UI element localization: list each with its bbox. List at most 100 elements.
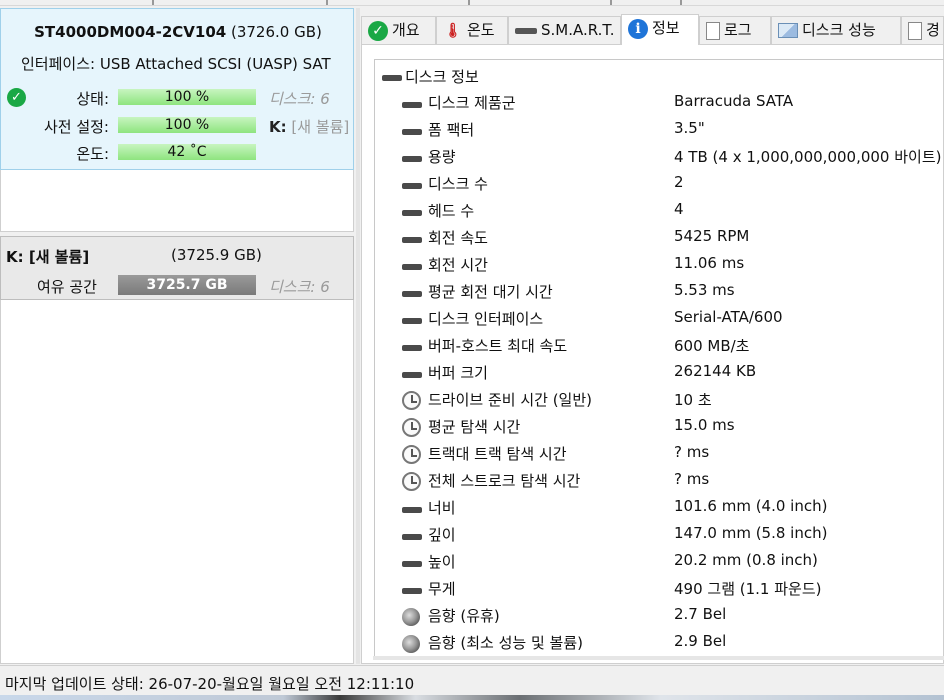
info-value: 2.9 Bel bbox=[674, 632, 727, 650]
disk-icon bbox=[402, 284, 422, 304]
info-value: 101.6 mm (4.0 inch) bbox=[674, 497, 828, 515]
info-key: 드라이브 준비 시간 (일반) bbox=[428, 391, 593, 409]
temperature-row: 온도: 42 ˚C bbox=[1, 142, 355, 163]
info-row[interactable]: 너비 101.6 mm (4.0 inch) bbox=[401, 497, 944, 524]
info-key: 평균 탐색 시간 bbox=[428, 418, 521, 436]
speaker-icon bbox=[402, 608, 420, 626]
info-row[interactable]: 음향 (최소 성능 및 볼륨) 2.9 Bel bbox=[401, 632, 944, 659]
info-value: 490 그램 (1.1 파운드) bbox=[674, 580, 822, 598]
info-row[interactable]: 회전 시간 11.06 ms bbox=[401, 254, 944, 281]
info-row[interactable]: 버퍼-호스트 최대 속도 600 MB/초 bbox=[401, 335, 944, 362]
info-value: 600 MB/초 bbox=[674, 337, 750, 355]
copy-icon bbox=[908, 21, 922, 40]
disk-title: ST4000DM004-2CV104 (3726.0 GB) bbox=[1, 23, 355, 41]
info-row[interactable]: 트랙대 트랙 탐색 시간 ? ms bbox=[401, 443, 944, 470]
disk-icon bbox=[402, 122, 422, 142]
disk-icon bbox=[402, 338, 422, 358]
volume-card[interactable]: K: [새 볼륨] (3725.9 GB) 여유 공간 3725.7 GB 디스… bbox=[0, 236, 354, 300]
disk-model: ST4000DM004-2CV104 bbox=[34, 23, 227, 41]
tab-alerts[interactable]: 경 bbox=[901, 16, 944, 44]
info-key: 무게 bbox=[428, 580, 456, 598]
clock-icon bbox=[402, 472, 421, 491]
info-row[interactable]: 헤드 수 4 bbox=[401, 200, 944, 227]
info-value: 4 bbox=[674, 200, 684, 218]
tab-info[interactable]: i 정보 bbox=[621, 14, 699, 45]
info-key: 버퍼-호스트 최대 속도 bbox=[428, 337, 568, 355]
desktop-wallpaper-strip bbox=[0, 695, 944, 700]
tab-disk-performance[interactable]: 디스크 성능 bbox=[771, 16, 901, 44]
tab-temperature[interactable]: 🌡 온도 bbox=[436, 16, 508, 44]
horizontal-scrollbar[interactable] bbox=[373, 656, 944, 660]
info-value: 147.0 mm (5.8 inch) bbox=[674, 524, 828, 542]
tab-label: 개요 bbox=[392, 21, 420, 39]
volume-size: (3725.9 GB) bbox=[171, 246, 262, 264]
info-key: 디스크 제품군 bbox=[428, 94, 516, 112]
info-key: 음향 (최소 성능 및 볼륨) bbox=[428, 634, 583, 652]
disk-icon bbox=[402, 95, 422, 115]
info-row[interactable]: 평균 회전 대기 시간 5.53 ms bbox=[401, 281, 944, 308]
info-icon: i bbox=[628, 18, 648, 39]
disk-capacity: (3726.0 GB) bbox=[230, 23, 322, 41]
info-row[interactable]: 용량 4 TB (4 x 1,000,000,000,000 바이트) bbox=[401, 146, 944, 173]
info-row[interactable]: 무게 490 그램 (1.1 파운드) bbox=[401, 578, 944, 605]
info-value: 11.06 ms bbox=[674, 254, 745, 272]
info-value: 15.0 ms bbox=[674, 416, 735, 434]
info-row[interactable]: 디스크 수 2 bbox=[401, 173, 944, 200]
info-row[interactable]: 전체 스트로크 탐색 시간 ? ms bbox=[401, 470, 944, 497]
disk-icon bbox=[382, 74, 402, 81]
preset-drive-letter: K: bbox=[269, 118, 287, 136]
info-row[interactable]: 회전 속도 5425 RPM bbox=[401, 227, 944, 254]
status-disk-note: 디스크: 6 bbox=[269, 90, 330, 108]
info-value: 5425 RPM bbox=[674, 227, 750, 245]
tab-bar: ✓ 개요 🌡 온도 S.M.A.R.T. i 정보 로그 디스크 성능 경 bbox=[361, 14, 944, 45]
disk-icon bbox=[402, 581, 422, 601]
info-row[interactable]: 폼 팩터 3.5" bbox=[401, 119, 944, 146]
disk-icon bbox=[402, 365, 422, 385]
info-panel: 디스크 정보 디스크 제품군 Barracuda SATA 폼 팩터 3.5" 용량 4 … bbox=[361, 44, 944, 664]
disk-card-blank bbox=[0, 170, 354, 232]
info-key: 디스크 인터페이스 bbox=[428, 310, 544, 328]
info-row[interactable]: 디스크 제품군 Barracuda SATA bbox=[401, 92, 944, 119]
info-value: 4 TB (4 x 1,000,000,000,000 바이트) bbox=[674, 148, 942, 166]
info-value: 262144 KB bbox=[674, 362, 757, 380]
check-icon: ✓ bbox=[7, 88, 26, 107]
disk-summary-card[interactable]: ST4000DM004-2CV104 (3726.0 GB) 인터페이스: US… bbox=[0, 8, 354, 170]
volume-card-blank bbox=[0, 300, 354, 664]
tab-label: S.M.A.R.T. bbox=[541, 21, 615, 39]
info-row[interactable]: 버퍼 크기 262144 KB bbox=[401, 362, 944, 389]
disk-icon bbox=[402, 311, 422, 331]
info-value: 2 bbox=[674, 173, 684, 191]
info-row[interactable]: 드라이브 준비 시간 (일반) 10 초 bbox=[401, 389, 944, 416]
tab-log[interactable]: 로그 bbox=[699, 16, 771, 44]
info-tree: 디스크 정보 디스크 제품군 Barracuda SATA 폼 팩터 3.5" 용량 4 … bbox=[374, 59, 944, 659]
info-row[interactable]: 디스크 인터페이스 Serial-ATA/600 bbox=[401, 308, 944, 335]
tree-root[interactable]: 디스크 정보 bbox=[382, 66, 479, 87]
info-key: 전체 스트로크 탐색 시간 bbox=[428, 472, 581, 490]
disk-icon bbox=[515, 27, 537, 34]
tab-overview[interactable]: ✓ 개요 bbox=[361, 16, 436, 44]
thermometer-icon: 🌡 bbox=[444, 22, 462, 39]
info-key: 음향 (유휴) bbox=[428, 607, 500, 625]
interface-value: USB Attached SCSI (UASP) SAT bbox=[99, 55, 331, 73]
disk-icon bbox=[402, 176, 422, 196]
info-row[interactable]: 높이 20.2 mm (0.8 inch) bbox=[401, 551, 944, 578]
check-icon: ✓ bbox=[368, 20, 388, 41]
tab-smart[interactable]: S.M.A.R.T. bbox=[508, 16, 621, 44]
info-key: 디스크 수 bbox=[428, 175, 488, 193]
toolbar-remnant bbox=[0, 0, 944, 6]
info-row[interactable]: 음향 (유휴) 2.7 Bel bbox=[401, 605, 944, 632]
preset-row: 사전 설정: 100 % K: [새 볼륨] bbox=[1, 115, 355, 136]
clock-icon bbox=[402, 391, 421, 410]
preset-label: 사전 설정: bbox=[43, 118, 109, 136]
info-key: 너비 bbox=[428, 499, 456, 517]
info-key: 평균 회전 대기 시간 bbox=[428, 283, 553, 301]
volume-title: K: [새 볼륨] bbox=[6, 248, 90, 266]
document-icon bbox=[706, 21, 720, 40]
preset-volume-name: [새 볼륨] bbox=[291, 118, 350, 136]
info-row[interactable]: 깊이 147.0 mm (5.8 inch) bbox=[401, 524, 944, 551]
info-key: 용량 bbox=[428, 148, 456, 166]
info-row[interactable]: 평균 탐색 시간 15.0 ms bbox=[401, 416, 944, 443]
tab-label: 정보 bbox=[652, 19, 680, 37]
panel-splitter[interactable] bbox=[356, 8, 360, 664]
status-bar: 100 % bbox=[118, 89, 256, 105]
